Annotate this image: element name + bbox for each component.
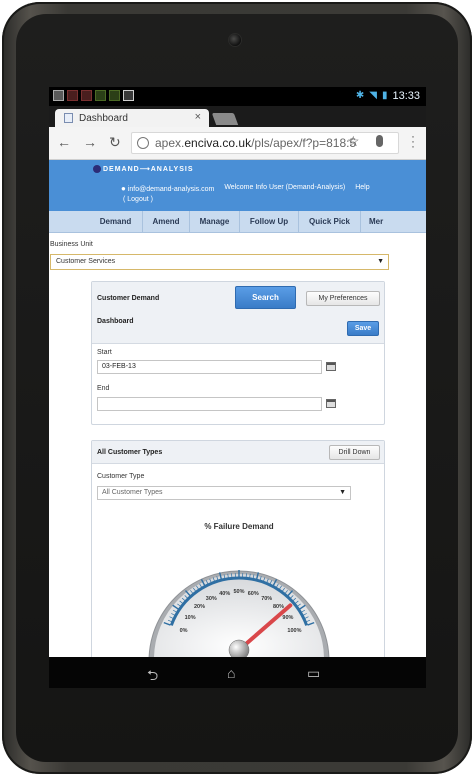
microphone-icon[interactable] (376, 135, 383, 147)
drill-down-button[interactable]: Drill Down (329, 445, 380, 460)
toolbar: ← → ↻ apex.enciva.co.uk /pls/apex/f?p=81… (49, 127, 426, 160)
menu-icon[interactable]: · · · (411, 130, 417, 152)
camera-icon (229, 34, 241, 46)
reload-icon[interactable]: ↻ (109, 134, 121, 151)
app-icon (67, 90, 78, 101)
web-page: DEMAND⟶ANALYSIS ● info@demand-analysis.co… (49, 160, 426, 657)
calendar-icon[interactable] (326, 362, 336, 371)
menu-item-more[interactable]: Mer (361, 211, 426, 233)
menu-item-follow-up[interactable]: Follow Up (240, 211, 299, 233)
image-icon (123, 90, 134, 101)
search-button[interactable]: Search (235, 286, 296, 309)
gauge-tick-label: 20% (194, 604, 205, 610)
card-title: Customer Demand (97, 295, 160, 302)
business-unit-label: Business Unit (50, 241, 93, 248)
gauge-tick-label: 40% (219, 591, 230, 597)
gauge-title: % Failure Demand (204, 522, 274, 531)
user-row: ● info@demand-analysis.com Welcome Info U… (121, 184, 370, 193)
card-subtitle: Dashboard (97, 318, 134, 325)
tab-title: Dashboard (79, 112, 128, 124)
gauge-tick-label: 10% (185, 615, 196, 621)
card-title: All Customer Types (97, 449, 163, 456)
url-host: apex.enciva.co.uk (155, 136, 252, 150)
bluetooth-icon: ✱ (355, 90, 365, 101)
gauge-tick-label: 60% (248, 591, 259, 597)
app-icon (95, 90, 106, 101)
navigation-bar: ⮌ ⌂ ▭ (49, 657, 426, 688)
start-date-input[interactable]: 03-FEB-13 (97, 360, 322, 374)
end-label: End (97, 385, 110, 392)
user-email-link[interactable]: ● info@demand-analysis.com (121, 184, 214, 193)
recent-apps-icon[interactable]: ▭ (307, 665, 320, 682)
menu-item-demand[interactable]: Demand (89, 211, 143, 233)
menu-item-manage[interactable]: Manage (190, 211, 240, 233)
app-icon (109, 90, 120, 101)
notification-icons (53, 90, 134, 101)
clock: 13:33 (392, 90, 420, 102)
logout-link[interactable]: ( Logout ) (123, 196, 153, 203)
main-menu: Demand Amend Manage Follow Up Quick Pick… (49, 211, 426, 233)
device-screen: ✱ ◥ ▮ 13:33 Dashboard × ← → ↻ apex.enciv… (49, 87, 426, 688)
back-arrow-icon[interactable]: ← (57, 134, 71, 150)
gauge-tick-label: 30% (206, 596, 217, 602)
app-icon (81, 90, 92, 101)
wifi-icon: ◥ (369, 90, 377, 101)
failure-demand-gauge: 0% 10% 20%30%40% 50% 60%70%80% 90% 100% (148, 570, 330, 657)
gauge-tick-label: 70% (261, 596, 272, 602)
help-link[interactable]: Help (355, 184, 369, 193)
globe-icon (137, 137, 149, 149)
dropdown-arrow-icon: ▼ (339, 489, 346, 496)
end-date-input[interactable] (97, 397, 322, 411)
tab-dashboard[interactable]: Dashboard × (55, 109, 209, 127)
save-button[interactable]: Save (347, 321, 379, 336)
welcome-text: Welcome Info User (Demand-Analysis) (224, 184, 346, 191)
status-bar: ✱ ◥ ▮ 13:33 (49, 87, 426, 106)
customer-demand-card: Customer Demand Dashboard Search My Pref… (91, 281, 385, 425)
app-header: DEMAND⟶ANALYSIS ● info@demand-analysis.co… (49, 160, 426, 211)
logo-icon (93, 165, 101, 174)
page-icon (64, 113, 73, 123)
star-icon[interactable]: ☆ (347, 133, 360, 150)
business-unit-select[interactable]: Customer Services ▼ (50, 254, 389, 270)
close-icon[interactable]: × (195, 111, 201, 123)
start-label: Start (97, 349, 112, 356)
gauge-tick-label: 100% (287, 628, 301, 634)
back-icon[interactable]: ⮌ (147, 665, 158, 688)
notification-icon (53, 90, 64, 101)
customer-types-card: All Customer Types Drill Down Customer T… (91, 440, 385, 657)
dropdown-arrow-icon: ▼ (377, 258, 384, 265)
logo: DEMAND⟶ANALYSIS (93, 165, 194, 174)
gauge-tick-label: 0% (180, 628, 188, 634)
gauge-tick-label: 50% (233, 589, 244, 595)
user-icon: ● (121, 184, 126, 193)
gauge-hub (228, 639, 250, 657)
card-header: Customer Demand Dashboard Search My Pref… (92, 282, 384, 344)
gauge-tick-label: 90% (282, 615, 293, 621)
tab-bar: Dashboard × (49, 106, 426, 127)
battery-icon: ▮ (381, 90, 388, 101)
system-icons: ✱ ◥ ▮ 13:33 (356, 90, 420, 102)
new-tab-button[interactable] (211, 113, 239, 125)
url-path: /pls/apex/f?p=818:5 (251, 136, 357, 150)
forward-arrow-icon[interactable]: → (83, 134, 97, 150)
my-preferences-button[interactable]: My Preferences (306, 291, 380, 306)
customer-type-select[interactable]: All Customer Types ▼ (97, 486, 351, 500)
home-icon[interactable]: ⌂ (227, 665, 235, 681)
calendar-icon[interactable] (326, 399, 336, 408)
card-header: All Customer Types Drill Down (92, 441, 384, 464)
gauge-tick-label: 80% (273, 604, 284, 610)
menu-item-quick-pick[interactable]: Quick Pick (299, 211, 361, 233)
customer-type-label: Customer Type (97, 473, 145, 480)
menu-item-amend[interactable]: Amend (143, 211, 190, 233)
